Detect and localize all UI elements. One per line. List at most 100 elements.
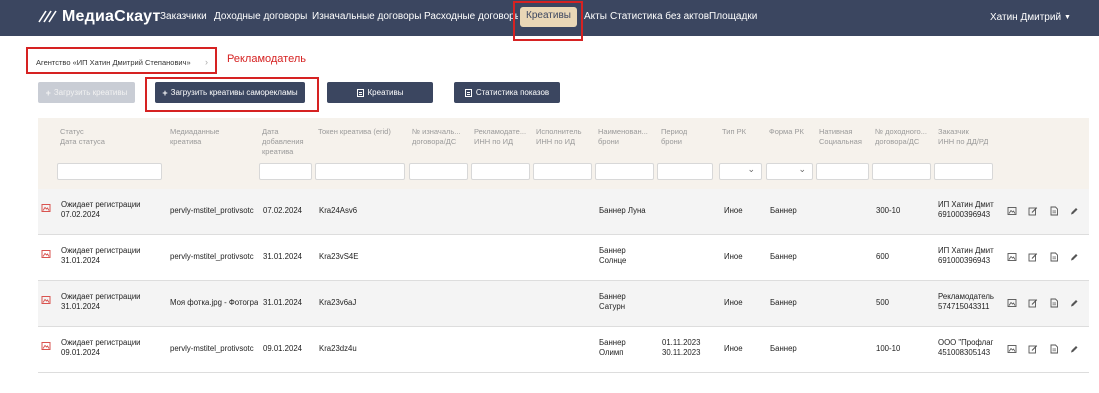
date-added: 09.01.2024	[263, 344, 303, 353]
booking-name: Солнце	[599, 256, 627, 265]
upload-creatives-button[interactable]: + Загрузить креативы	[38, 82, 135, 103]
media-data: Моя фотка.jpg - Фотогра	[170, 298, 258, 307]
media-data: pervly-mstitel_protivsotc	[170, 252, 254, 261]
creatives-label: Креативы	[367, 88, 404, 97]
document-icon[interactable]	[1049, 344, 1059, 354]
income-contract: 600	[876, 252, 890, 261]
edit-note-icon[interactable]	[1028, 252, 1038, 262]
creatives-button[interactable]: Креативы	[327, 82, 433, 103]
pencil-icon[interactable]	[1069, 344, 1079, 354]
th-native-social[interactable]: Нативная Социальная	[819, 127, 862, 147]
creative-token: Kra23vS4E	[319, 252, 359, 261]
booking-period-start: 01.11.2023	[662, 338, 701, 347]
filter-booking-name[interactable]	[595, 163, 654, 180]
pencil-icon[interactable]	[1069, 252, 1079, 262]
creative-token: Kra23dz4u	[319, 344, 357, 353]
annotation-advertiser-label: Рекламодатель	[227, 53, 306, 65]
caret-down-icon: ▼	[1064, 14, 1071, 21]
media-data: pervly-mstitel_protivsotc	[170, 206, 254, 215]
filter-rk-type-select[interactable]	[719, 163, 762, 180]
nav-initial-contracts[interactable]: Изначальные договоры	[312, 11, 421, 22]
impressions-stats-label: Статистика показов	[475, 88, 550, 97]
filter-status[interactable]	[57, 163, 162, 180]
customer-inn: 574715043311	[938, 302, 990, 311]
th-customer[interactable]: Заказчик ИНН по ДД/РД	[938, 127, 988, 147]
breadcrumb[interactable]: Агентство «ИП Хатин Дмитрий Степанович»	[36, 58, 191, 67]
gallery-icon[interactable]	[1007, 344, 1017, 354]
rk-form: Баннер	[770, 252, 797, 261]
impressions-stats-button[interactable]: Статистика показов	[454, 82, 560, 103]
document-icon	[464, 88, 472, 97]
gallery-icon[interactable]	[1007, 206, 1017, 216]
th-booking-period[interactable]: Период брони	[661, 127, 687, 147]
filter-income-contract[interactable]	[872, 163, 931, 180]
status-text: Ожидает регистрации	[61, 200, 141, 209]
nav-acts[interactable]: Акты	[584, 11, 607, 22]
booking-name: Баннер	[599, 246, 626, 255]
gallery-icon[interactable]	[1007, 252, 1017, 262]
rk-form: Баннер	[770, 344, 797, 353]
booking-name: Олимп	[599, 348, 624, 357]
booking-name: Баннер Луна	[599, 206, 646, 215]
date-added: 31.01.2024	[263, 298, 303, 307]
nav-income-contracts[interactable]: Доходные договоры	[214, 11, 307, 22]
creative-token: Kra24Asv6	[319, 206, 358, 215]
customer-inn: 451008305143	[938, 348, 991, 357]
pencil-icon[interactable]	[1069, 206, 1079, 216]
gallery-icon[interactable]	[1007, 298, 1017, 308]
customer-name: ИП Хатин Дмит	[938, 246, 994, 255]
document-icon[interactable]	[1049, 206, 1059, 216]
th-media[interactable]: Медиаданные креатива	[170, 127, 219, 147]
filter-native-social[interactable]	[816, 163, 869, 180]
pencil-icon[interactable]	[1069, 298, 1079, 308]
rk-form: Баннер	[770, 298, 797, 307]
th-rk-type[interactable]: Тип РК	[722, 127, 746, 137]
document-icon	[356, 88, 364, 97]
nav-expense-contracts[interactable]: Расходные договоры	[424, 11, 518, 22]
filter-date-added[interactable]	[259, 163, 312, 180]
date-added: 31.01.2024	[263, 252, 303, 261]
nav-platforms[interactable]: Площадки	[709, 11, 757, 22]
filter-booking-period[interactable]	[657, 163, 713, 180]
media-data: pervly-mstitel_protivsotc	[170, 344, 254, 353]
booking-period-end: 30.11.2023	[662, 348, 701, 357]
user-name: Хатин Дмитрий	[990, 12, 1062, 23]
user-menu[interactable]: Хатин Дмитрий ▼	[990, 12, 1071, 23]
income-contract: 500	[876, 298, 890, 307]
plus-icon: +	[162, 87, 168, 98]
income-contract: 100-10	[876, 344, 901, 353]
status-image-icon	[41, 296, 51, 304]
nav-customers[interactable]: Заказчики	[160, 11, 207, 22]
document-icon[interactable]	[1049, 298, 1059, 308]
logo-text[interactable]: МедиаСкаут	[62, 8, 161, 26]
rk-type: Иное	[724, 206, 743, 215]
status-image-icon	[41, 250, 51, 258]
filter-token[interactable]	[315, 163, 405, 180]
filter-executor[interactable]	[533, 163, 592, 180]
rk-form: Баннер	[770, 206, 797, 215]
filter-advertiser[interactable]	[471, 163, 530, 180]
filter-customer[interactable]	[934, 163, 993, 180]
th-rk-form[interactable]: Форма РК	[769, 127, 804, 137]
filter-initial-contract[interactable]	[409, 163, 468, 180]
creative-token: Kra23v6aJ	[319, 298, 357, 307]
status-date: 07.02.2024	[61, 210, 101, 219]
th-executor[interactable]: Исполнитель ИНН по ИД	[536, 127, 592, 147]
filter-rk-form-select[interactable]	[766, 163, 813, 180]
th-date-added[interactable]: Дата добавления креатива	[262, 127, 304, 157]
edit-note-icon[interactable]	[1028, 298, 1038, 308]
th-advertiser[interactable]: Рекламодате... ИНН по ИД	[474, 127, 530, 147]
status-date: 31.01.2024	[61, 302, 101, 311]
edit-note-icon[interactable]	[1028, 344, 1038, 354]
nav-stats-without-acts[interactable]: Статистика без актов	[610, 11, 709, 22]
document-icon[interactable]	[1049, 252, 1059, 262]
th-income-contract[interactable]: № доходного... договора/ДС	[875, 127, 931, 147]
edit-note-icon[interactable]	[1028, 206, 1038, 216]
upload-self-ad-button[interactable]: + Загрузить креативы саморекламы	[155, 82, 305, 103]
booking-name: Баннер	[599, 338, 626, 347]
th-status[interactable]: Статус Дата статуса	[60, 127, 105, 147]
rk-type: Иное	[724, 298, 743, 307]
th-initial-contract[interactable]: № изначаль... договора/ДС	[412, 127, 468, 147]
th-token[interactable]: Токен креатива (erid)	[318, 127, 391, 137]
th-booking-name[interactable]: Наименован... брони	[598, 127, 656, 147]
